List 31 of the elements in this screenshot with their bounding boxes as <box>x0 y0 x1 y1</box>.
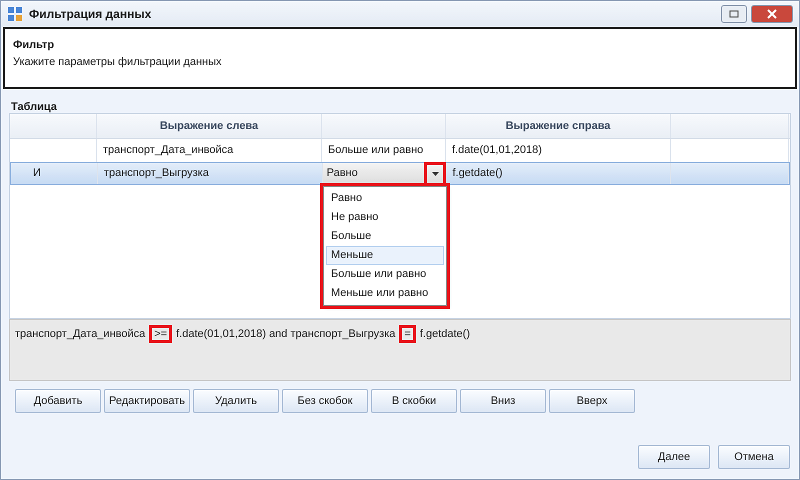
expression-text: транспорт_Дата_инвойса >= f.date(01,01,2018) and транспорт_Выгрузка = f.getdate() <box>14 328 471 340</box>
selected-row[interactable]: И транспорт_Выгрузка Равно f.getdate() <box>10 162 790 185</box>
dropdown-option[interactable]: Больше или равно <box>326 265 444 284</box>
close-icon <box>767 9 777 19</box>
toolbar-button[interactable]: Вверх <box>549 389 635 413</box>
header-title: Фильтр <box>13 38 56 53</box>
dropdown-option[interactable]: Больше <box>326 227 444 246</box>
dropdown-option[interactable]: Равно <box>326 189 444 208</box>
restore-icon <box>729 10 739 18</box>
operator-combobox[interactable]: Равно <box>322 163 446 184</box>
toolbar-button[interactable]: Добавить <box>15 389 101 413</box>
dialog-button[interactable]: Далее <box>638 445 710 469</box>
toolbar-button[interactable]: Удалить <box>193 389 279 413</box>
column-header[interactable]: Выражение слева <box>97 114 322 138</box>
toolbar-button[interactable]: Редактировать <box>104 389 190 413</box>
toolbar-button[interactable]: В скобки <box>371 389 457 413</box>
dialog-button[interactable]: Отмена <box>718 445 790 469</box>
column-header[interactable]: Выражение справа <box>446 114 671 138</box>
table-label: Таблица <box>11 100 58 113</box>
header-subtitle: Укажите параметры фильтрации данных <box>13 54 222 70</box>
table-cell: И <box>11 163 98 184</box>
dropdown-option[interactable]: Меньше или равно <box>326 284 444 303</box>
restore-button[interactable] <box>721 5 747 23</box>
window-title: Фильтрация данных <box>29 6 152 23</box>
close-button[interactable] <box>751 5 793 23</box>
dropdown-option[interactable]: Меньше <box>326 246 444 265</box>
toolbar-button[interactable]: Вниз <box>460 389 546 413</box>
app-icon <box>7 6 23 22</box>
caret-icon <box>432 172 439 176</box>
toolbar-button[interactable]: Без скобок <box>282 389 368 413</box>
dropdown-option[interactable]: Не равно <box>326 208 444 227</box>
